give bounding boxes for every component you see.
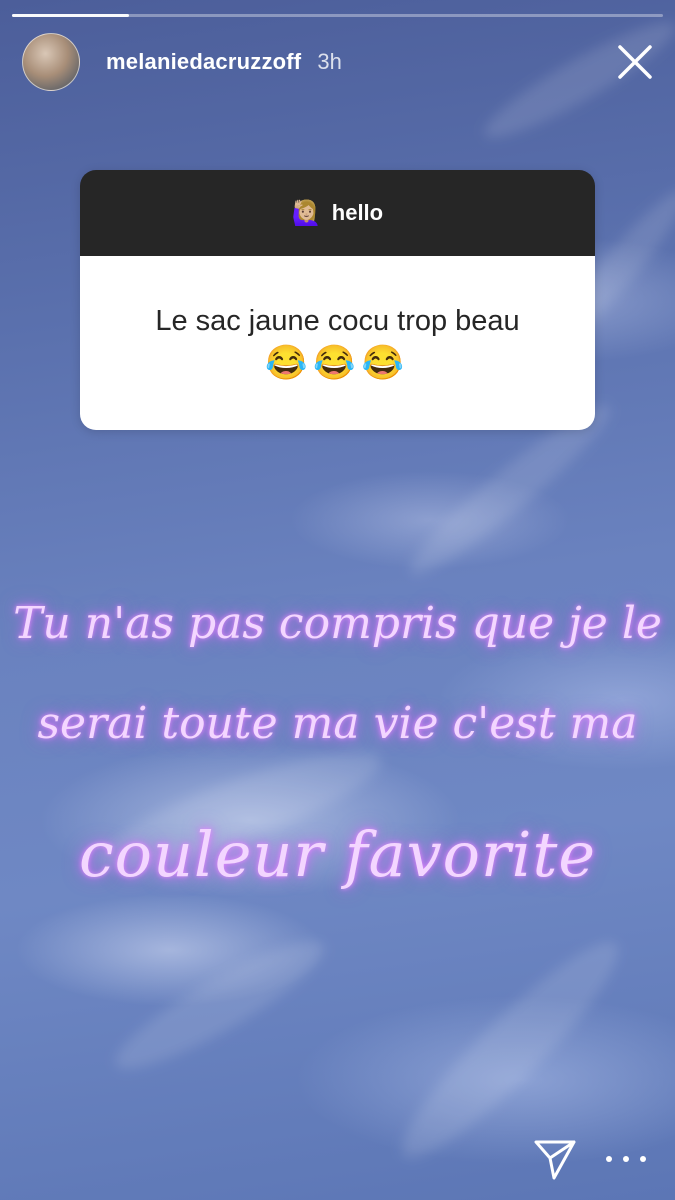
more-dot: [640, 1156, 646, 1162]
question-answer: Le sac jaune cocu trop beau: [155, 305, 520, 337]
overlay-text-line-3: couleur favorite: [78, 818, 597, 891]
question-prompt: hello: [331, 200, 384, 225]
story-progress-bar: [12, 14, 663, 17]
laughing-emojis: 😂😂😂: [264, 344, 410, 382]
story-viewer[interactable]: melaniedacruzzoff 3h 🙋🏼‍♀️ hello Le sac …: [0, 0, 675, 1200]
overlay-text-line-1: Tu n'as pas compris que je le: [13, 598, 662, 649]
close-icon[interactable]: [613, 40, 657, 84]
question-sticker-header: 🙋🏼‍♀️ hello: [80, 170, 595, 256]
more-dot: [606, 1156, 612, 1162]
question-sticker-body: Le sac jaune cocu trop beau 😂😂😂: [80, 256, 595, 430]
story-header: melaniedacruzzoff 3h: [22, 32, 657, 92]
more-dot: [623, 1156, 629, 1162]
question-sticker: 🙋🏼‍♀️ hello Le sac jaune cocu trop beau …: [80, 170, 595, 430]
send-icon[interactable]: [532, 1136, 578, 1182]
raising-hand-emoji: 🙋🏼‍♀️: [291, 199, 322, 227]
avatar[interactable]: [22, 33, 80, 91]
cloud-streak: [382, 922, 638, 1178]
cloud-streak: [103, 923, 337, 1087]
story-progress-fill: [12, 14, 130, 17]
username[interactable]: melaniedacruzzoff: [106, 49, 301, 75]
overlay-text-line-2: serai toute ma vie c'est ma: [37, 698, 638, 749]
post-time: 3h: [317, 49, 342, 74]
more-icon[interactable]: [606, 1150, 646, 1168]
